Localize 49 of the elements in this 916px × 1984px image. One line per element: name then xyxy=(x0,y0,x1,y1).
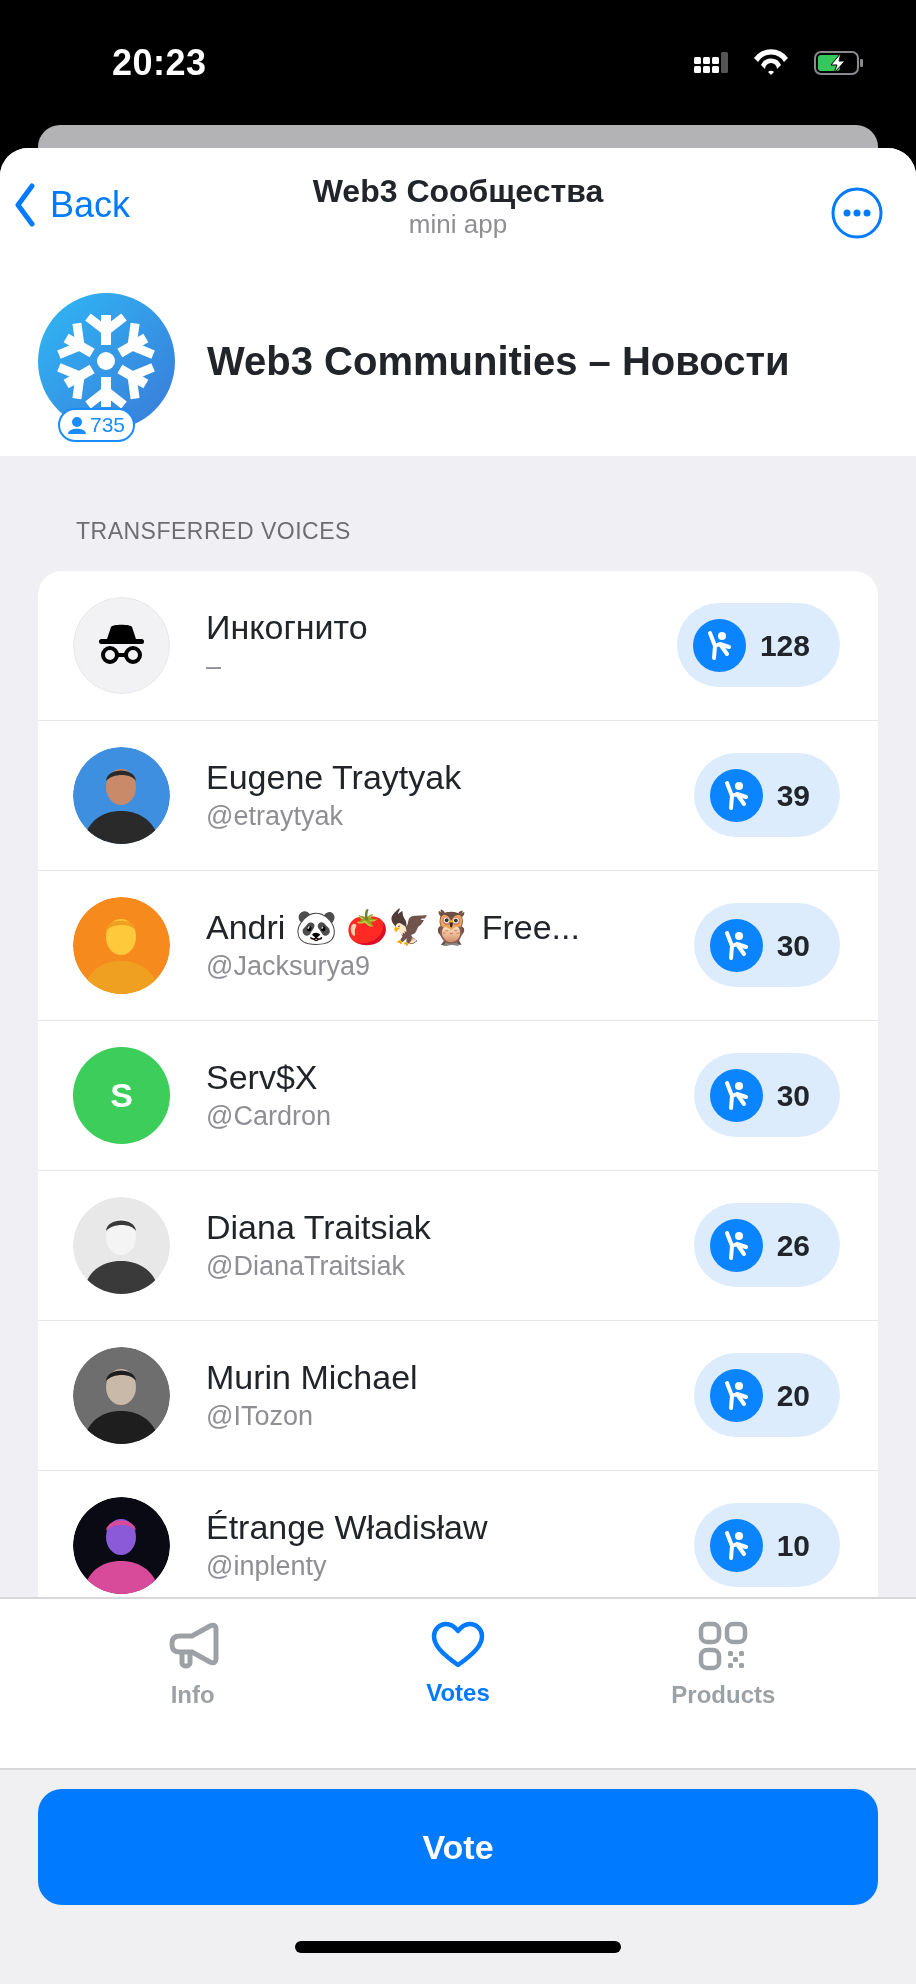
voter-handle: @DianaTraitsiak xyxy=(206,1249,406,1283)
back-button[interactable]: Back xyxy=(14,178,131,232)
voice-icon xyxy=(692,618,746,672)
vote-count: 10 xyxy=(776,1527,810,1564)
voter-handle: – xyxy=(206,649,223,683)
vote-count: 39 xyxy=(776,777,810,814)
voter-handle: @ITozon xyxy=(206,1399,314,1433)
voter-name: Étrange Władisław xyxy=(206,1507,489,1549)
voice-icon xyxy=(709,1518,763,1572)
vote-count: 20 xyxy=(776,1377,810,1414)
voter-handle: @etraytyak xyxy=(206,799,344,833)
app-subtitle: mini app xyxy=(407,209,509,241)
battery-charging-icon xyxy=(814,50,864,75)
voice-icon xyxy=(709,1368,763,1422)
chevron-left-icon xyxy=(14,183,36,227)
voter-name: Andri 🐼 🍅🦅🦉 Free... xyxy=(206,907,581,949)
section-heading: TRANSFERRED VOICES xyxy=(75,517,352,546)
voter-name: Eugene Traytyak xyxy=(206,757,463,799)
more-button[interactable] xyxy=(830,186,884,240)
tab[interactable]: Votes xyxy=(358,1621,558,1711)
channel-name: Web3 Communities – Новости xyxy=(207,338,790,385)
voter-handle: @Cardron xyxy=(206,1099,332,1133)
tab[interactable]: Products xyxy=(623,1621,824,1713)
tab[interactable]: Info xyxy=(92,1621,293,1713)
voter-name: Serv$X xyxy=(206,1057,319,1099)
vote-count: 26 xyxy=(776,1227,810,1264)
voter-handle: @Jacksurya9 xyxy=(206,949,371,983)
app-title: Web3 Сообщества xyxy=(312,173,604,209)
wifi-icon xyxy=(752,49,790,76)
vote-count: 128 xyxy=(759,627,810,664)
vote-button[interactable]: Vote xyxy=(38,1789,878,1905)
avatar-initials: S xyxy=(110,1074,133,1116)
heart-icon xyxy=(431,1621,485,1669)
person-icon xyxy=(68,415,86,434)
voice-icon xyxy=(709,768,763,822)
vote-count: 30 xyxy=(776,1077,810,1114)
voice-icon xyxy=(709,1068,763,1122)
voter-name: Инкогнито xyxy=(206,607,369,649)
voice-icon xyxy=(709,1218,763,1272)
clock-time: 20:23 xyxy=(112,40,207,85)
signal-icon xyxy=(694,51,728,74)
voter-name: Murin Michael xyxy=(206,1357,419,1399)
voice-icon xyxy=(709,918,763,972)
grid-icon xyxy=(698,1621,749,1671)
voter-handle: @inplenty xyxy=(206,1549,328,1583)
vote-count: 30 xyxy=(776,927,810,964)
member-count: 735 xyxy=(90,411,126,438)
more-icon xyxy=(830,186,884,240)
voter-name: Diana Traitsiak xyxy=(206,1207,432,1249)
